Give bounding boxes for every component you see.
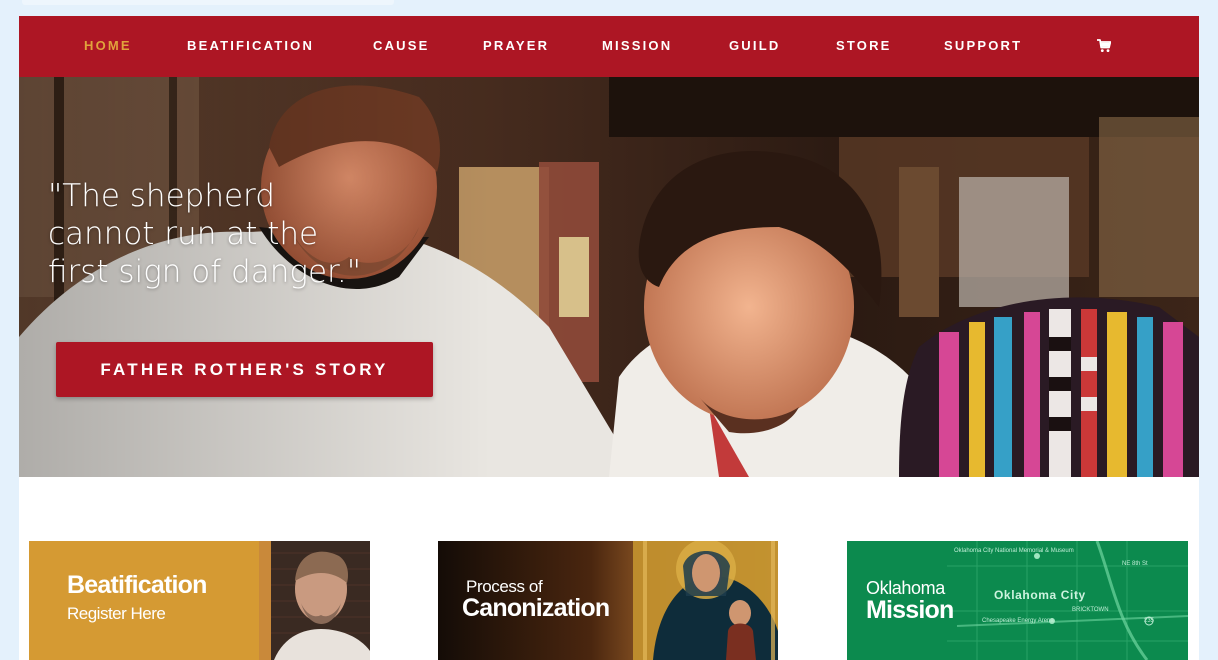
hero-quote-line-2: cannot run at the	[48, 216, 319, 252]
father-rother-portrait	[259, 541, 370, 660]
nav-home[interactable]: HOME	[84, 16, 132, 77]
register-here-subtitle: Register Here	[67, 604, 166, 623]
map-label-bricktown: BRICKTOWN	[1072, 607, 1109, 613]
nav-store[interactable]: STORE	[836, 16, 892, 77]
map-label-oklahoma-city: Oklahoma City	[994, 588, 1086, 602]
father-rothers-story-button[interactable]: FATHER ROTHER'S STORY	[56, 342, 433, 397]
map-label-memorial: Oklahoma City National Memorial & Museum	[954, 548, 1074, 554]
main-navigation: HOME BEATIFICATION CAUSE PRAYER MISSION …	[19, 16, 1199, 77]
map-label-highway: 235	[1144, 618, 1155, 624]
nav-support[interactable]: SUPPORT	[944, 16, 1022, 77]
nav-guild[interactable]: GUILD	[729, 16, 780, 77]
mission-title: Mission	[866, 596, 954, 624]
hero-quote-line-1: "The shepherd	[48, 178, 275, 214]
nav-mission[interactable]: MISSION	[602, 16, 672, 77]
beatification-title: Beatification	[67, 571, 207, 599]
top-strip	[22, 0, 394, 5]
card-oklahoma-mission[interactable]: Oklahoma City National Memorial & Museum…	[847, 541, 1188, 660]
nav-cause[interactable]: CAUSE	[373, 16, 430, 77]
nav-beatification[interactable]: BEATIFICATION	[187, 16, 314, 77]
map-label-arena: Chesapeake Energy Arena	[982, 618, 1054, 624]
shopping-cart-icon[interactable]	[1097, 39, 1111, 53]
card-canonization[interactable]: Process of Canonization	[438, 541, 778, 660]
nav-prayer[interactable]: PRAYER	[483, 16, 549, 77]
hero-quote: "The shepherd cannot run at the first si…	[48, 177, 368, 291]
hero-banner: "The shepherd cannot run at the first si…	[19, 77, 1199, 477]
hero-quote-line-3: first sign of danger."	[48, 254, 362, 290]
map-label-street: NE 8th St	[1122, 561, 1148, 567]
canonization-title: Canonization	[462, 594, 610, 622]
card-beatification[interactable]: Beatification Register Here	[29, 541, 370, 660]
